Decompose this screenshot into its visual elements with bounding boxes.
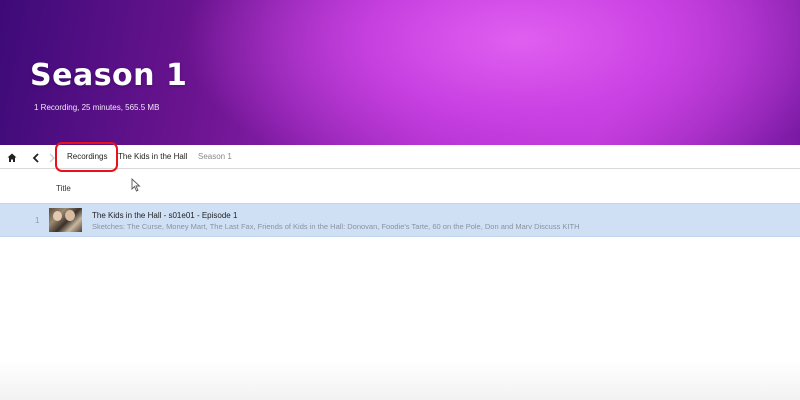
page-footer-fade <box>0 360 800 400</box>
home-icon[interactable] <box>6 151 18 163</box>
table-row[interactable]: 1 The Kids in the Hall - s01e01 - Episod… <box>0 203 800 237</box>
back-icon[interactable] <box>30 151 42 163</box>
season-header: Season 1 1 Recording, 25 minutes, 565.5 … <box>0 0 800 145</box>
page-title: Season 1 <box>30 58 188 93</box>
highlight-annotation <box>55 142 118 172</box>
column-header-title[interactable]: Title <box>56 184 71 193</box>
breadcrumb-season: Season 1 <box>198 152 232 161</box>
row-index: 1 <box>35 216 40 225</box>
episode-thumbnail <box>49 208 82 232</box>
breadcrumb-show[interactable]: The Kids in the Hall <box>118 152 187 161</box>
mouse-cursor-icon <box>131 177 143 192</box>
breadcrumb-bar: Recordings The Kids in the Hall Season 1 <box>0 145 800 169</box>
episode-title[interactable]: The Kids in the Hall - s01e01 - Episode … <box>92 211 237 220</box>
episode-description: Sketches: The Curse, Money Mart, The Las… <box>92 222 580 231</box>
season-summary: 1 Recording, 25 minutes, 565.5 MB <box>34 103 160 112</box>
